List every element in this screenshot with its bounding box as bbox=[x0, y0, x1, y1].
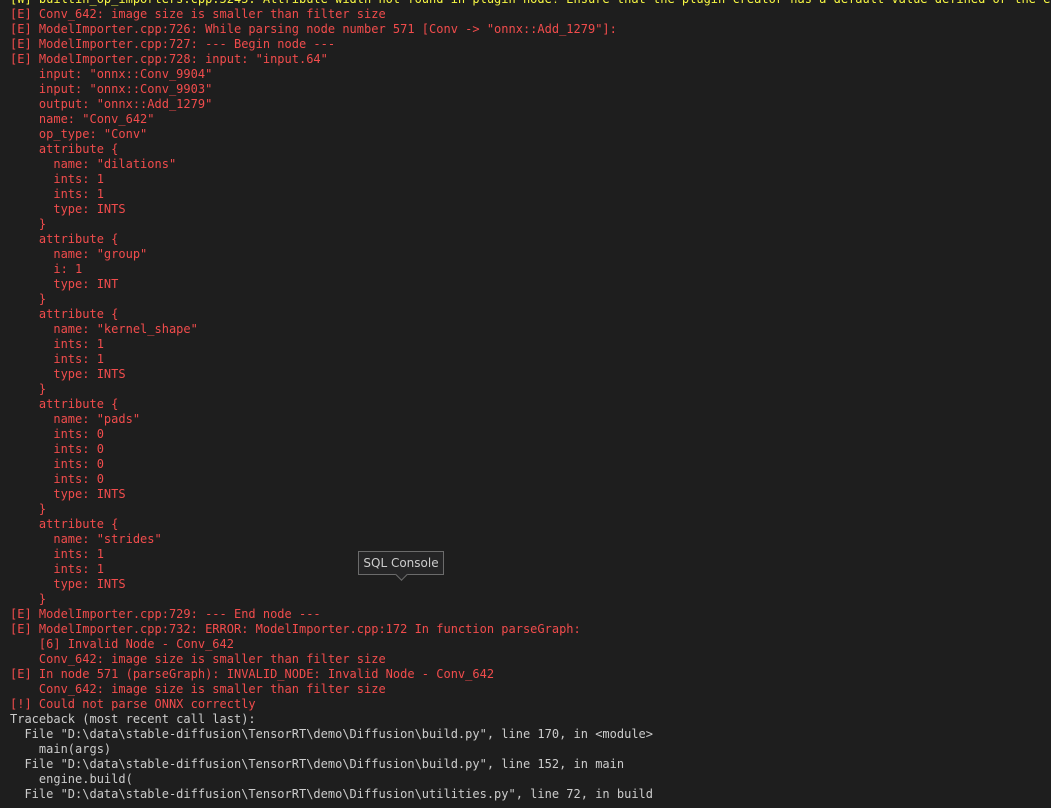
terminal-line: ints: 0 bbox=[10, 472, 104, 486]
terminal-line: attribute { bbox=[10, 232, 119, 246]
terminal-output[interactable]: [W] builtin_op_importers.cpp:5245: Attri… bbox=[0, 0, 1051, 808]
terminal-line: input: "onnx::Conv_9903" bbox=[10, 82, 213, 96]
terminal-line: name: "Conv_642" bbox=[10, 112, 155, 126]
terminal-line: name: "dilations" bbox=[10, 157, 177, 171]
terminal-line: [E] ModelImporter.cpp:727: --- Begin nod… bbox=[10, 37, 336, 51]
terminal-line: ints: 1 bbox=[10, 352, 104, 366]
terminal-line: main(args) bbox=[10, 742, 112, 756]
terminal-line: engine.build( bbox=[10, 772, 133, 786]
terminal-line: Conv_642: image size is smaller than fil… bbox=[10, 652, 386, 666]
terminal-line: Conv_642: image size is smaller than fil… bbox=[10, 682, 386, 696]
terminal-line: type: INTS bbox=[10, 202, 126, 216]
terminal-line: ints: 0 bbox=[10, 442, 104, 456]
terminal-line: } bbox=[10, 292, 47, 306]
terminal-line: [!] Could not parse ONNX correctly bbox=[10, 697, 256, 711]
terminal-line: } bbox=[10, 592, 47, 606]
terminal-line: } bbox=[10, 382, 47, 396]
terminal-lines: [W] builtin_op_importers.cpp:5245: Attri… bbox=[10, 0, 1051, 802]
terminal-line: [E] In node 571 (parseGraph): INVALID_NO… bbox=[10, 667, 495, 681]
terminal-line: name: "kernel_shape" bbox=[10, 322, 198, 336]
terminal-line: [E] Conv_642: image size is smaller than… bbox=[10, 7, 386, 21]
terminal-line: File "D:\data\stable-diffusion\TensorRT\… bbox=[10, 727, 653, 741]
terminal-line: type: INTS bbox=[10, 367, 126, 381]
terminal-line: op_type: "Conv" bbox=[10, 127, 148, 141]
terminal-line: input: "onnx::Conv_9904" bbox=[10, 67, 213, 81]
terminal-line: name: "group" bbox=[10, 247, 148, 261]
terminal-line: [E] ModelImporter.cpp:726: While parsing… bbox=[10, 22, 617, 36]
terminal-line: ints: 1 bbox=[10, 547, 104, 561]
terminal-line: } bbox=[10, 502, 47, 516]
terminal-line: i: 1 bbox=[10, 262, 83, 276]
terminal-line: type: INT bbox=[10, 277, 119, 291]
terminal-line: attribute { bbox=[10, 517, 119, 531]
terminal-line: attribute { bbox=[10, 307, 119, 321]
terminal-line: [E] ModelImporter.cpp:732: ERROR: ModelI… bbox=[10, 622, 581, 636]
terminal-line: [E] ModelImporter.cpp:729: --- End node … bbox=[10, 607, 321, 621]
terminal-line: attribute { bbox=[10, 397, 119, 411]
terminal-line: output: "onnx::Add_1279" bbox=[10, 97, 213, 111]
terminal-line: File "D:\data\stable-diffusion\TensorRT\… bbox=[10, 787, 653, 801]
sql-console-tooltip: SQL Console bbox=[358, 551, 444, 581]
terminal-line: attribute { bbox=[10, 142, 119, 156]
terminal-line: Traceback (most recent call last): bbox=[10, 712, 256, 726]
terminal-line: File "D:\data\stable-diffusion\TensorRT\… bbox=[10, 757, 625, 771]
terminal-line: ints: 0 bbox=[10, 427, 104, 441]
terminal-line: } bbox=[10, 217, 47, 231]
terminal-line: [E] ModelImporter.cpp:728: input: "input… bbox=[10, 52, 328, 66]
terminal-line: name: "strides" bbox=[10, 532, 162, 546]
terminal-line: ints: 1 bbox=[10, 562, 104, 576]
terminal-line: ints: 0 bbox=[10, 457, 104, 471]
terminal-line: ints: 1 bbox=[10, 337, 104, 351]
terminal-line: type: INTS bbox=[10, 577, 126, 591]
terminal-line: [6] Invalid Node - Conv_642 bbox=[10, 637, 234, 651]
terminal-line: ints: 1 bbox=[10, 187, 104, 201]
terminal-line: type: INTS bbox=[10, 487, 126, 501]
terminal-line: name: "pads" bbox=[10, 412, 141, 426]
terminal-line: ints: 1 bbox=[10, 172, 104, 186]
terminal-line: [W] builtin_op_importers.cpp:5245: Attri… bbox=[10, 0, 1051, 7]
